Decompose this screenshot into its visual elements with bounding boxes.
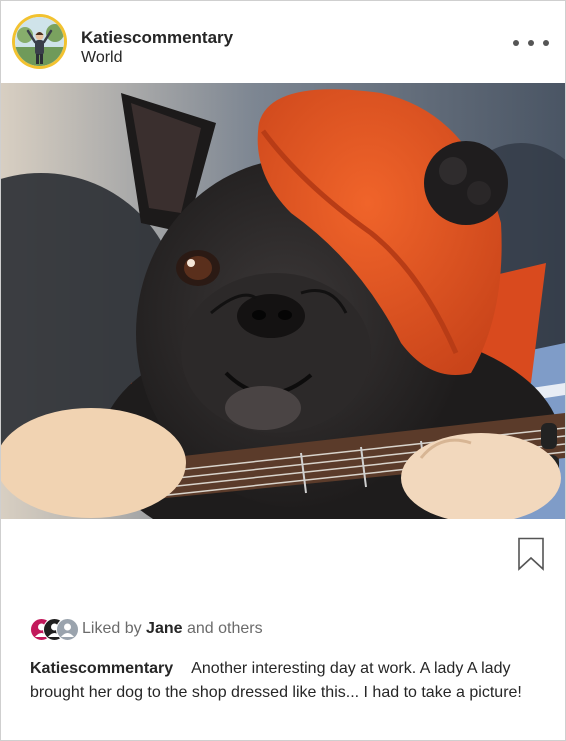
post-location[interactable]: World <box>81 49 123 67</box>
liker-name[interactable]: Jane <box>146 620 182 637</box>
likes-row: Liked by Jane and others <box>30 617 263 641</box>
profile-avatar[interactable] <box>12 14 67 69</box>
likes-prefix: Liked by <box>82 620 142 637</box>
liker-avatar <box>56 618 79 641</box>
post-username[interactable]: Katiescommentary <box>81 28 233 48</box>
bookmark-icon[interactable] <box>517 537 545 571</box>
post-card: Katiescommentary World Liked by Jane and… <box>0 0 566 741</box>
post-caption: Katiescommentary Another interesting day … <box>30 657 540 705</box>
dot <box>543 40 549 46</box>
post-photo[interactable] <box>1 83 565 519</box>
more-options-icon[interactable] <box>513 34 549 52</box>
caption-username[interactable]: Katiescommentary <box>30 660 173 677</box>
avatar-image <box>15 17 64 66</box>
post-header: Katiescommentary World <box>1 1 565 83</box>
dot <box>528 40 534 46</box>
dot <box>513 40 519 46</box>
likes-suffix: and others <box>186 620 263 637</box>
liker-avatars[interactable] <box>30 618 80 641</box>
likes-summary[interactable]: Liked by Jane and others <box>82 620 263 638</box>
